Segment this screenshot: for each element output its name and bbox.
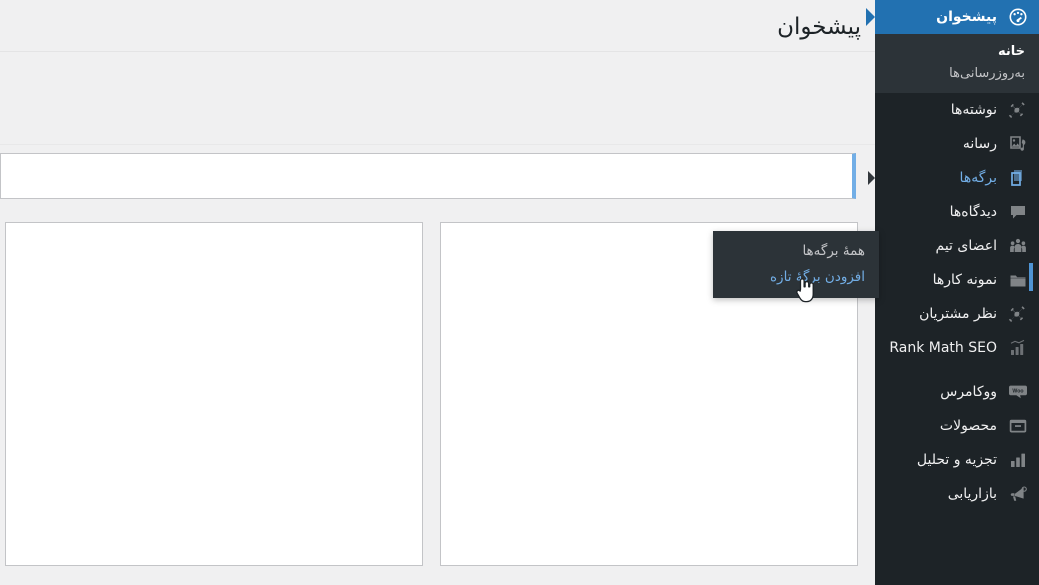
sidebar-item-pages[interactable]: برگه‌ها — [868, 161, 1039, 195]
sidebar-item-analytics[interactable]: تجزیه و تحلیل — [875, 443, 1039, 477]
svg-text:Woo: Woo — [1012, 389, 1023, 395]
header-spacer — [0, 52, 875, 145]
current-arrow-icon — [866, 8, 875, 26]
megaphone-icon — [1008, 484, 1028, 504]
sidebar-item-rank-math-seo[interactable]: Rank Math SEO — [875, 331, 1039, 365]
team-icon — [1008, 236, 1028, 256]
analytics-icon — [1008, 450, 1028, 470]
sidebar-item-label: برگه‌ها — [959, 170, 997, 186]
sidebar-item-label: دیدگاه‌ها — [949, 204, 997, 220]
dashboard-icon — [1008, 7, 1028, 27]
sidebar-item-dashboard[interactable]: پیشخوان — [866, 0, 1039, 34]
sidebar-item-posts[interactable]: نوشته‌ها — [875, 93, 1039, 127]
media-icon — [1008, 134, 1028, 154]
screen-root: پیشخوان پیشخوان — [0, 0, 1039, 585]
sidebar-item-label: پیشخوان — [936, 9, 997, 25]
sidebar-item-woocommerce[interactable]: Woo ووکامرس — [875, 375, 1039, 409]
pages-icon — [1008, 168, 1028, 188]
submenu-item-home[interactable]: خانه — [875, 41, 1039, 63]
sidebar-item-reviews[interactable]: نظر مشتریان — [875, 297, 1039, 331]
products-icon — [1008, 416, 1028, 436]
sidebar-item-label: بازاریابی — [947, 486, 997, 502]
sidebar-item-label: نظر مشتریان — [919, 306, 997, 322]
admin-notice[interactable] — [0, 153, 856, 199]
sidebar-item-label: محصولات — [939, 418, 997, 434]
woo-icon: Woo — [1008, 382, 1028, 402]
dashboard-submenu: خانه به‌روزرسانی‌ها — [875, 34, 1039, 93]
pin-icon — [1008, 100, 1028, 120]
sidebar-item-label: نمونه کارها — [932, 272, 997, 288]
page-title: پیشخوان — [777, 14, 861, 40]
sidebar-item-portfolio[interactable]: نمونه کارها — [875, 263, 1039, 297]
sidebar-item-team[interactable]: اعضای تیم — [875, 229, 1039, 263]
flyout-item-add-new-page[interactable]: افزودن برگهٔ تازه — [713, 264, 879, 290]
admin-sidebar-menu: پیشخوان خانه به‌روزرسانی‌ها نوشته‌ها — [866, 0, 1039, 585]
sidebar-item-products[interactable]: محصولات — [875, 409, 1039, 443]
pages-flyout-submenu: همهٔ برگه‌ها افزودن برگهٔ تازه — [713, 231, 879, 298]
dashboard-widget-left[interactable] — [5, 222, 423, 566]
portfolio-icon — [1008, 270, 1028, 290]
seo-chart-icon — [1008, 338, 1028, 358]
sidebar-item-label: Rank Math SEO — [889, 340, 997, 356]
flyout-item-all-pages[interactable]: همهٔ برگه‌ها — [713, 238, 879, 264]
sidebar-item-comments[interactable]: دیدگاه‌ها — [875, 195, 1039, 229]
sidebar-item-label: اعضای تیم — [935, 238, 998, 254]
page-header: پیشخوان — [0, 0, 875, 52]
sidebar-item-label: ووکامرس — [940, 384, 997, 400]
sidebar-item-media[interactable]: رسانه — [875, 127, 1039, 161]
comment-icon — [1008, 202, 1028, 222]
flyout-arrow-icon — [868, 171, 875, 185]
sidebar-item-marketing[interactable]: بازاریابی — [875, 477, 1039, 511]
menu-separator — [875, 365, 1039, 375]
sidebar-item-label: نوشته‌ها — [950, 102, 997, 118]
sidebar-item-label: تجزیه و تحلیل — [916, 452, 997, 468]
submenu-item-updates[interactable]: به‌روزرسانی‌ها — [875, 63, 1039, 85]
sidebar-item-label: رسانه — [962, 136, 997, 152]
flyout-active-accent-bar — [1029, 263, 1033, 291]
pin-icon — [1008, 304, 1028, 324]
